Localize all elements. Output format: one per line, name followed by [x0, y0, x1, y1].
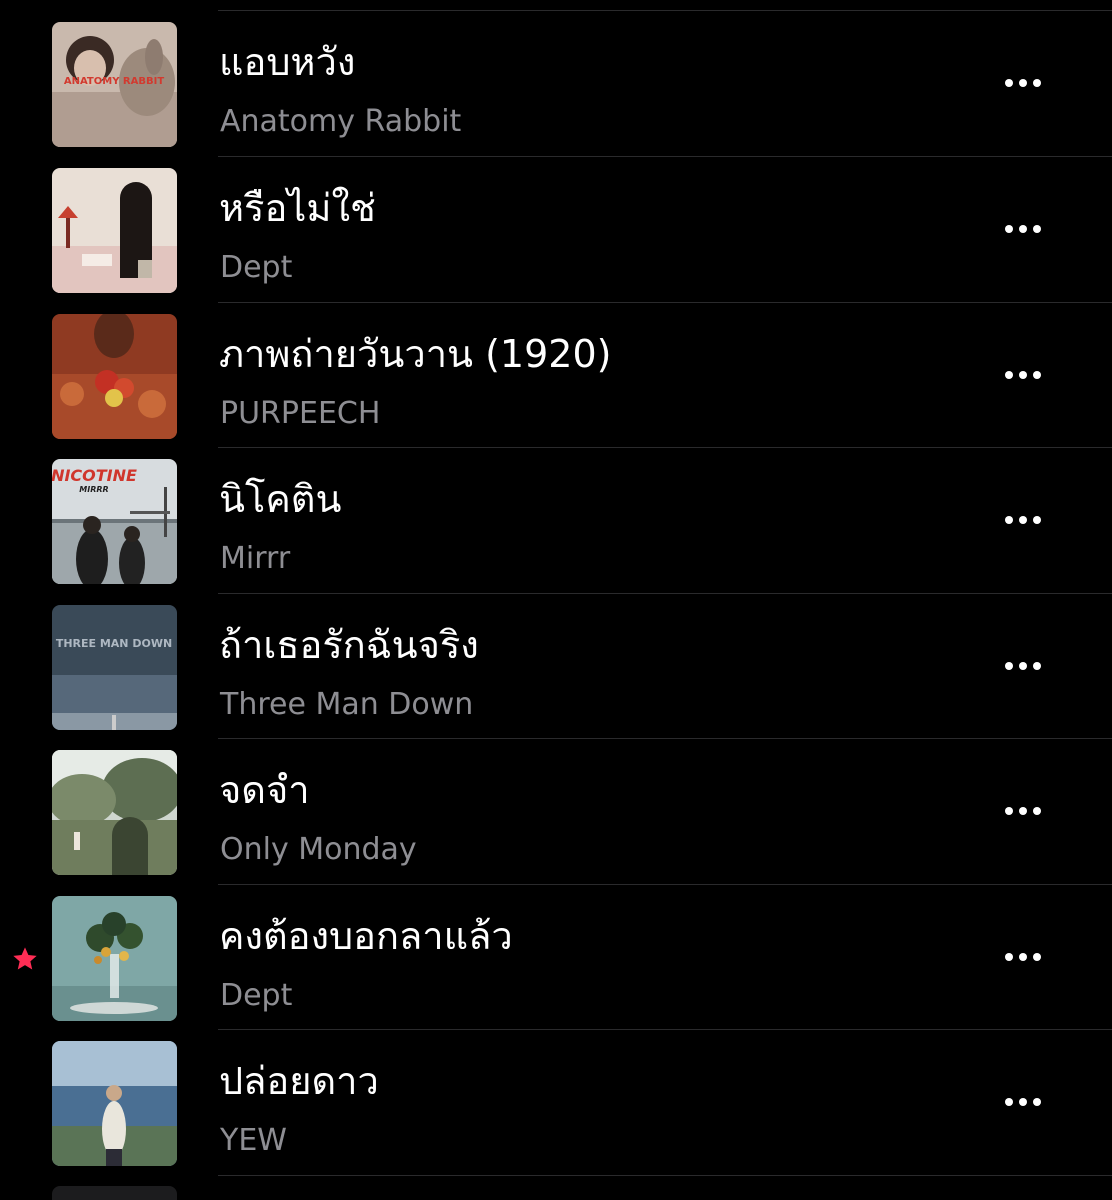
song-artist: Dept	[220, 978, 293, 1013]
song-row[interactable]: ภาพถ่ายวันวาน (1920) PURPEECH	[0, 303, 1112, 448]
album-artwork	[52, 1186, 177, 1200]
song-artist: Three Man Down	[220, 687, 474, 722]
more-horizontal-icon	[1005, 1098, 1013, 1106]
album-artwork: THREE MAN DOWN	[52, 605, 177, 730]
album-artwork: ANATOMY RABBIT	[52, 22, 177, 147]
song-row[interactable]: ปล่อยดาว YEW	[0, 1030, 1112, 1175]
album-artwork	[52, 1041, 177, 1166]
song-title: ถ้าเธอรักฉันจริง	[219, 623, 479, 667]
song-list: ANATOMY RABBIT แอบหวัง Anatomy Rabbit หร…	[0, 0, 1112, 1200]
song-title: นิโคติน	[219, 477, 342, 521]
more-button[interactable]	[993, 209, 1053, 249]
more-horizontal-icon	[1005, 807, 1013, 815]
song-row[interactable]: NICOTINE MIRRR นิโคติน Mirrr	[0, 448, 1112, 593]
album-artwork: NICOTINE MIRRR	[52, 459, 177, 584]
more-horizontal-icon	[1005, 953, 1013, 961]
album-art-text: THREE MAN DOWN	[56, 637, 172, 650]
song-artist: Only Monday	[220, 832, 417, 867]
more-button[interactable]	[993, 63, 1053, 103]
song-artist: Anatomy Rabbit	[220, 104, 462, 139]
more-button[interactable]	[993, 791, 1053, 831]
song-title: จดจำ	[219, 768, 310, 812]
song-artist: YEW	[220, 1123, 287, 1158]
song-row[interactable]: THREE MAN DOWN ถ้าเธอรักฉันจริง Three Ma…	[0, 594, 1112, 739]
song-row[interactable]: คงต้องบอกลาแล้ว Dept	[0, 885, 1112, 1030]
more-horizontal-icon	[1005, 516, 1013, 524]
album-artwork	[52, 168, 177, 293]
song-title: ปล่อยดาว	[219, 1059, 379, 1103]
more-horizontal-icon	[1005, 662, 1013, 670]
album-artwork	[52, 750, 177, 875]
more-button[interactable]	[993, 500, 1053, 540]
more-horizontal-icon	[1005, 79, 1013, 87]
song-row[interactable]: หรือไม่ใช่ Dept	[0, 157, 1112, 302]
more-horizontal-icon	[1005, 225, 1013, 233]
song-row[interactable]: ANATOMY RABBIT แอบหวัง Anatomy Rabbit	[0, 11, 1112, 156]
song-title: แอบหวัง	[219, 40, 356, 84]
album-art-text: NICOTINE	[52, 466, 137, 485]
song-title: คงต้องบอกลาแล้ว	[219, 914, 513, 958]
more-button[interactable]	[993, 646, 1053, 686]
more-horizontal-icon	[1005, 371, 1013, 379]
song-title: หรือไม่ใช่	[219, 186, 376, 230]
song-artist: PURPEECH	[220, 396, 381, 431]
album-art-subtext: MIRRR	[79, 485, 108, 494]
more-button[interactable]	[993, 1082, 1053, 1122]
album-artwork	[52, 314, 177, 439]
song-row[interactable]: จดจำ Only Monday	[0, 739, 1112, 884]
album-art-text: ANATOMY RABBIT	[64, 76, 164, 87]
song-title: ภาพถ่ายวันวาน (1920)	[219, 332, 612, 376]
more-button[interactable]	[993, 937, 1053, 977]
song-artist: Mirrr	[220, 541, 291, 576]
more-button[interactable]	[993, 355, 1053, 395]
album-artwork	[52, 896, 177, 1021]
song-artist: Dept	[220, 250, 293, 285]
row-separator	[218, 1175, 1112, 1176]
